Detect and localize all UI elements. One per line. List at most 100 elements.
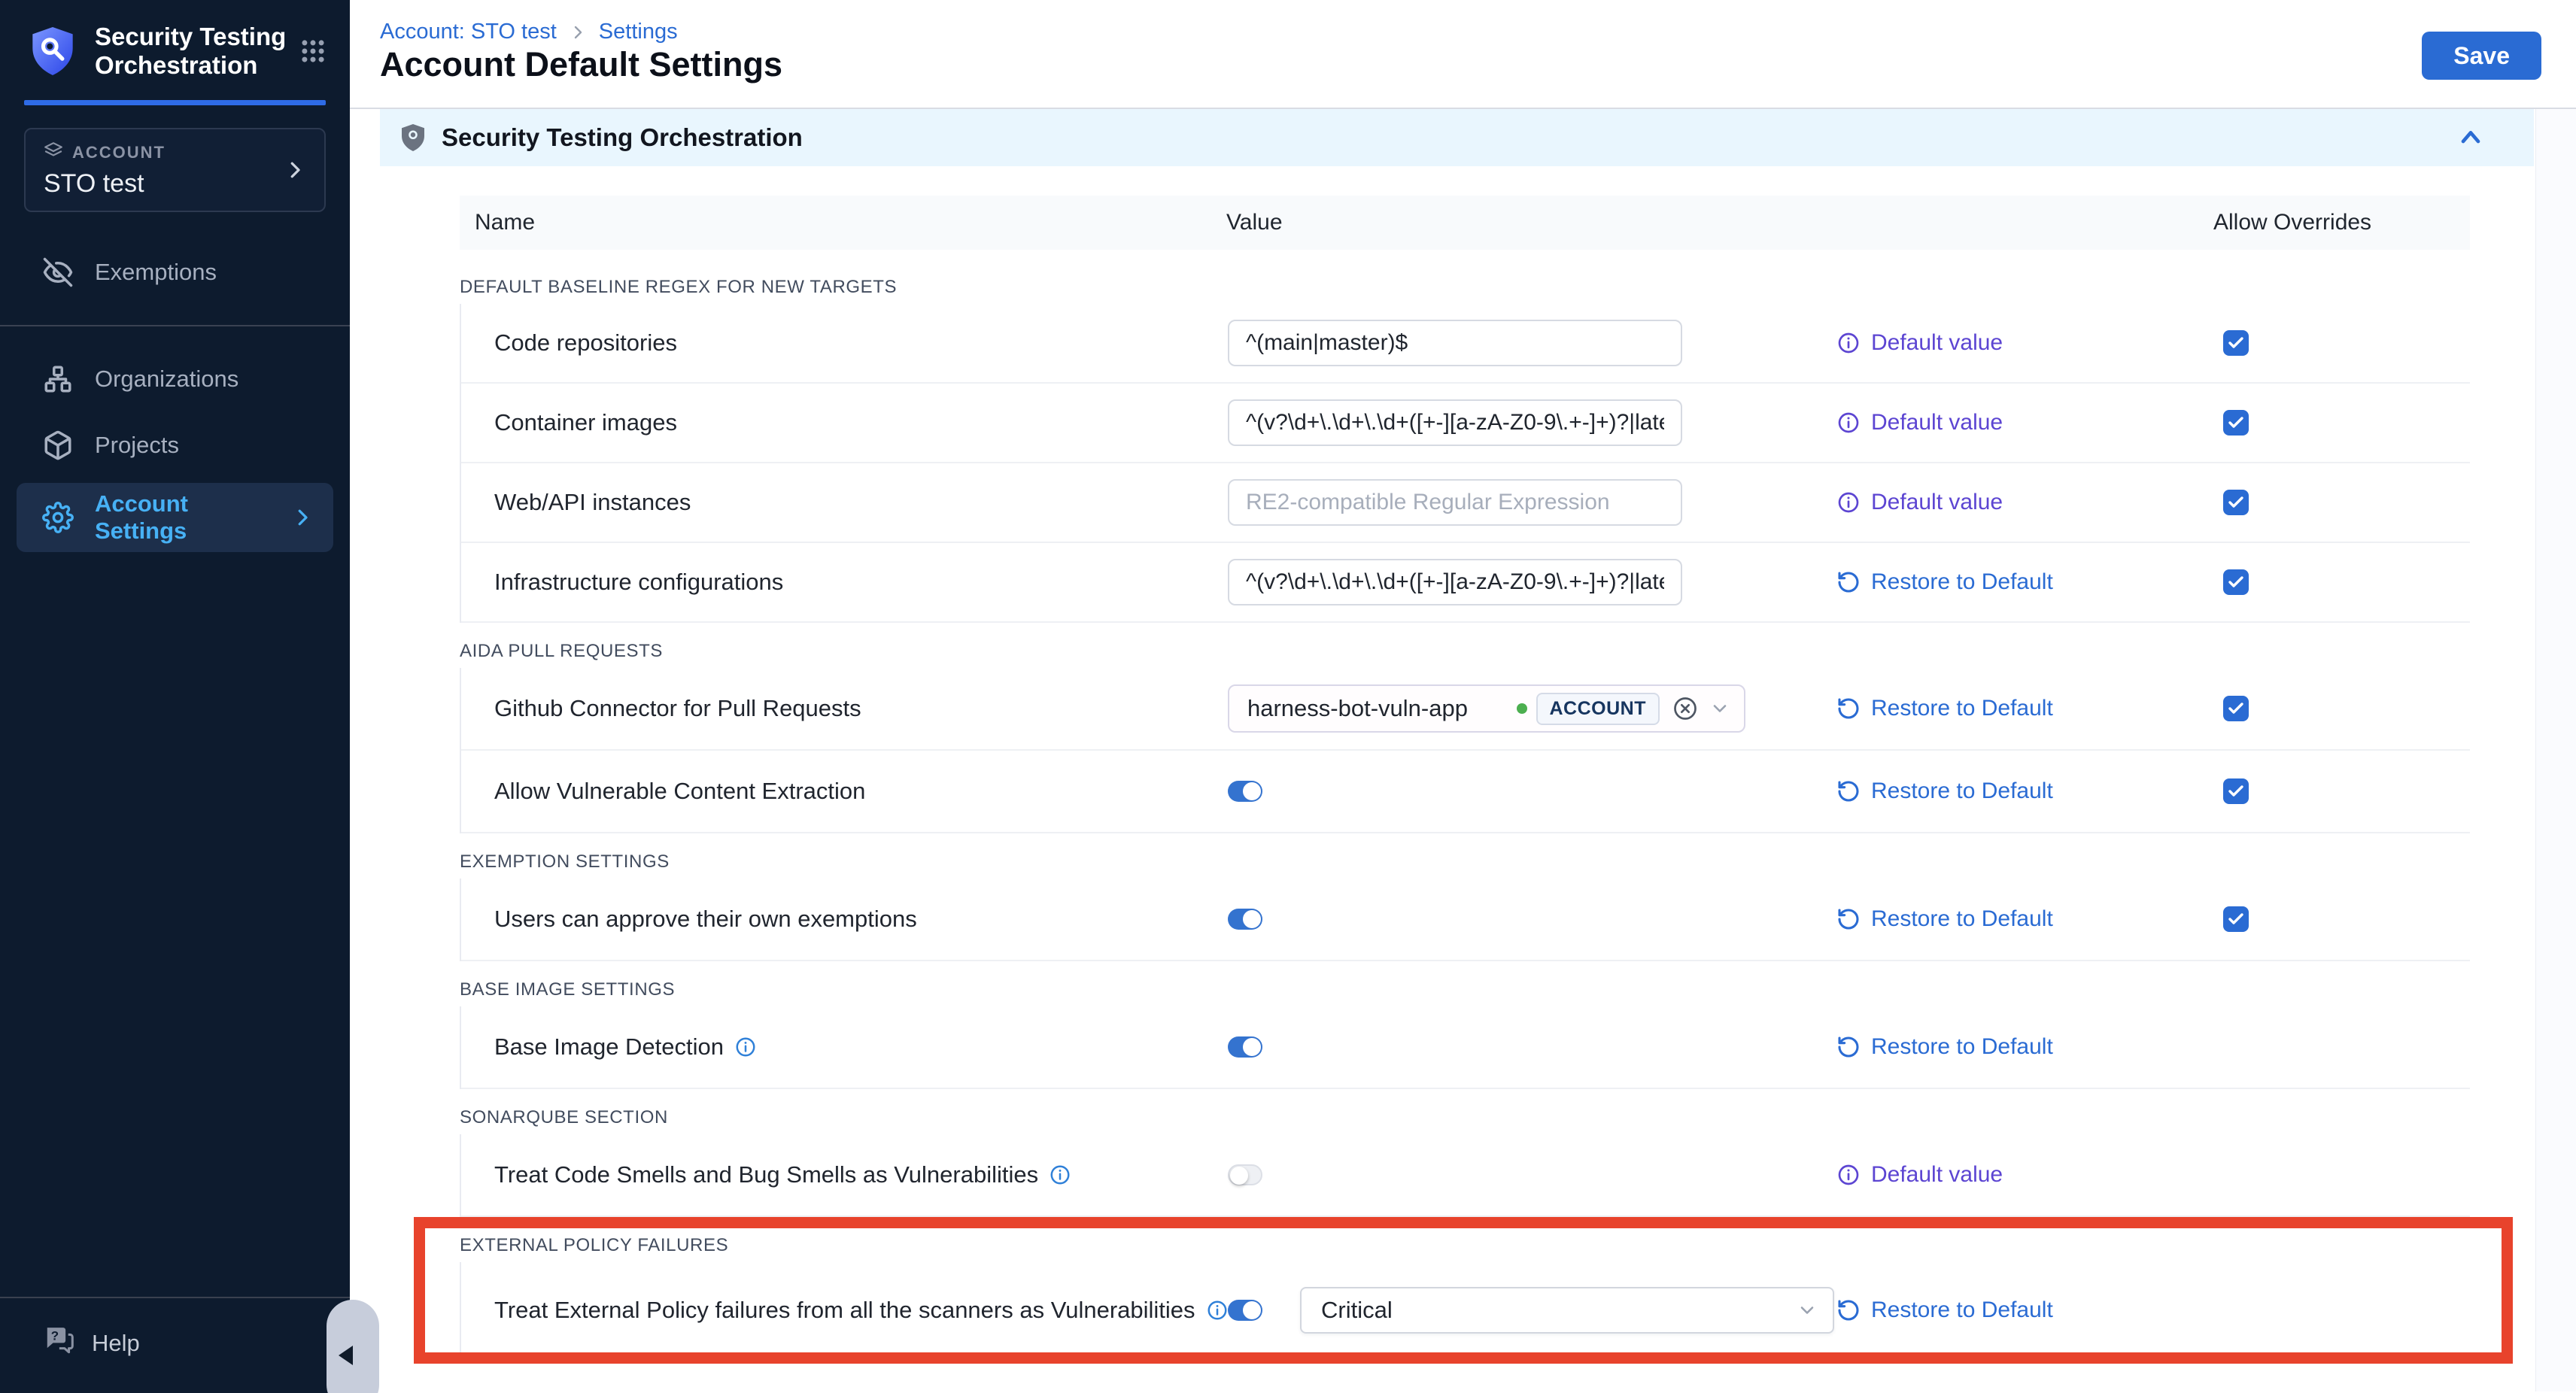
toggle-switch[interactable] — [1228, 909, 1262, 930]
scrollbar-gutter[interactable] — [2535, 109, 2576, 1391]
regex-input[interactable] — [1228, 320, 1682, 366]
chevron-right-icon — [284, 159, 306, 181]
toggle-knob — [1243, 1038, 1261, 1056]
row-name-cell: Infrastructure configurations — [494, 569, 783, 596]
breadcrumb-settings-link[interactable]: Settings — [599, 20, 678, 44]
restore-to-default-link[interactable]: Restore to Default — [1836, 1034, 2053, 1060]
allow-overrides-checkbox[interactable] — [2223, 410, 2249, 436]
row-value-cell — [1228, 320, 1682, 366]
save-button[interactable]: Save — [2422, 32, 2541, 80]
apps-grid-icon[interactable] — [299, 37, 327, 65]
gear-icon — [42, 502, 74, 533]
sidebar: Security Testing Orchestration — [0, 0, 350, 1393]
row-name-cell: Users can approve their own exemptions — [494, 906, 917, 933]
allow-overrides-checkbox[interactable] — [2223, 490, 2249, 515]
sidebar-collapse-handle[interactable] — [327, 1300, 379, 1393]
app-header: Security Testing Orchestration — [0, 0, 350, 99]
column-header-value: Value — [1226, 210, 1283, 235]
help-button[interactable]: ? Help — [42, 1324, 350, 1363]
restore-to-default-link[interactable]: Restore to Default — [1836, 906, 2053, 932]
setting-name-label: Web/API instances — [494, 489, 691, 516]
action-label: Restore to Default — [1871, 778, 2053, 804]
connector-select[interactable]: harness-bot-vuln-appACCOUNT — [1228, 684, 1745, 733]
regex-input[interactable] — [1228, 559, 1682, 605]
sidebar-item-exemptions[interactable]: Exemptions — [0, 239, 350, 305]
screen: Security Testing Orchestration — [0, 0, 2576, 1393]
toggle-switch[interactable] — [1228, 1164, 1262, 1185]
row-value-cell — [1228, 909, 1262, 930]
action-label: Restore to Default — [1871, 569, 2053, 595]
toggle-switch[interactable] — [1228, 781, 1262, 802]
restore-to-default-link[interactable]: Restore to Default — [1836, 569, 2053, 595]
setting-name-label: Code repositories — [494, 329, 677, 357]
restore-to-default-link[interactable]: Restore to Default — [1836, 778, 2053, 804]
setting-name-label: Github Connector for Pull Requests — [494, 695, 861, 722]
clear-icon[interactable] — [1672, 695, 1699, 722]
toggle-knob — [1230, 1167, 1248, 1185]
severity-select-value: Critical — [1321, 1297, 1393, 1324]
row-name-cell: Web/API instances — [494, 489, 691, 516]
default-value-indicator[interactable]: Default value — [1836, 490, 2003, 515]
restore-icon — [1836, 1035, 1861, 1059]
allow-overrides-checkbox[interactable] — [2223, 569, 2249, 595]
info-icon[interactable] — [1206, 1299, 1229, 1322]
row-value-cell: Critical — [1228, 1287, 1834, 1334]
sidebar-item-projects[interactable]: Projects — [0, 412, 350, 478]
settings-group-label: EXTERNAL POLICY FAILURES — [460, 1217, 2470, 1262]
collapse-chevron-up-icon[interactable] — [2456, 123, 2486, 153]
sidebar-footer: ? Help — [0, 1297, 350, 1393]
brand-underline — [24, 100, 326, 105]
setting-name-label: Infrastructure configurations — [494, 569, 783, 596]
row-name-cell: Github Connector for Pull Requests — [494, 695, 861, 722]
regex-input[interactable] — [1228, 399, 1682, 446]
table-row: Code repositories Default value — [461, 304, 2470, 384]
action-label: Default value — [1871, 1162, 2003, 1188]
org-hierarchy-icon — [42, 363, 74, 395]
regex-input[interactable] — [1228, 479, 1682, 526]
sidebar-item-organizations[interactable]: Organizations — [0, 346, 350, 412]
collapse-left-arrow-icon — [339, 1346, 353, 1365]
row-value-cell — [1228, 781, 1262, 802]
info-icon[interactable] — [1049, 1164, 1071, 1186]
table-row: Allow Vulnerable Content ExtractionResto… — [461, 751, 2470, 833]
toggle-switch[interactable] — [1228, 1036, 1262, 1058]
row-name-cell: Container images — [494, 409, 677, 436]
row-name-cell: Treat Code Smells and Bug Smells as Vuln… — [494, 1161, 1071, 1188]
default-value-indicator[interactable]: Default value — [1836, 410, 2003, 436]
table-row: Github Connector for Pull Requests harnes… — [461, 668, 2470, 751]
eye-off-icon — [42, 256, 74, 288]
breadcrumb-account-link[interactable]: Account: STO test — [380, 20, 557, 44]
restore-icon — [1836, 696, 1861, 721]
toggle-knob — [1243, 1301, 1261, 1319]
breadcrumb: Account: STO test Settings — [380, 20, 678, 44]
sidebar-item-label: Account Settings — [95, 490, 270, 545]
page-header: Account: STO test Settings Account Defau… — [350, 0, 2576, 109]
section-header[interactable]: Security Testing Orchestration — [380, 109, 2534, 166]
sidebar-item-account-settings[interactable]: Account Settings — [17, 483, 333, 552]
svg-text:?: ? — [51, 1328, 59, 1343]
table-row: Treat External Policy failures from all … — [461, 1262, 2470, 1360]
default-value-indicator[interactable]: Default value — [1836, 1162, 2003, 1188]
scope-badge: ACCOUNT — [1536, 693, 1660, 725]
page-title: Account Default Settings — [380, 45, 782, 84]
restore-to-default-link[interactable]: Restore to Default — [1836, 696, 2053, 721]
restore-icon — [1836, 1298, 1861, 1322]
layers-icon — [44, 141, 63, 165]
allow-overrides-checkbox[interactable] — [2223, 330, 2249, 356]
settings-group-rows: Base Image Detection Restore to Default — [460, 1006, 2470, 1089]
settings-group-rows: Treat Code Smells and Bug Smells as Vuln… — [460, 1134, 2470, 1217]
default-value-indicator[interactable]: Default value — [1836, 330, 2003, 356]
sidebar-nav: Exemptions Organizations — [0, 239, 350, 552]
restore-to-default-link[interactable]: Restore to Default — [1836, 1297, 2053, 1323]
account-scope-selector[interactable]: ACCOUNT STO test — [24, 128, 326, 212]
setting-name-label: Base Image Detection — [494, 1033, 724, 1061]
action-label: Default value — [1871, 490, 2003, 515]
setting-name-label: Users can approve their own exemptions — [494, 906, 917, 933]
allow-overrides-checkbox[interactable] — [2223, 778, 2249, 804]
restore-icon — [1836, 907, 1861, 931]
info-icon[interactable] — [734, 1036, 757, 1058]
toggle-switch[interactable] — [1228, 1300, 1262, 1321]
allow-overrides-checkbox[interactable] — [2223, 696, 2249, 721]
allow-overrides-checkbox[interactable] — [2223, 906, 2249, 932]
severity-select[interactable]: Critical — [1300, 1287, 1834, 1334]
